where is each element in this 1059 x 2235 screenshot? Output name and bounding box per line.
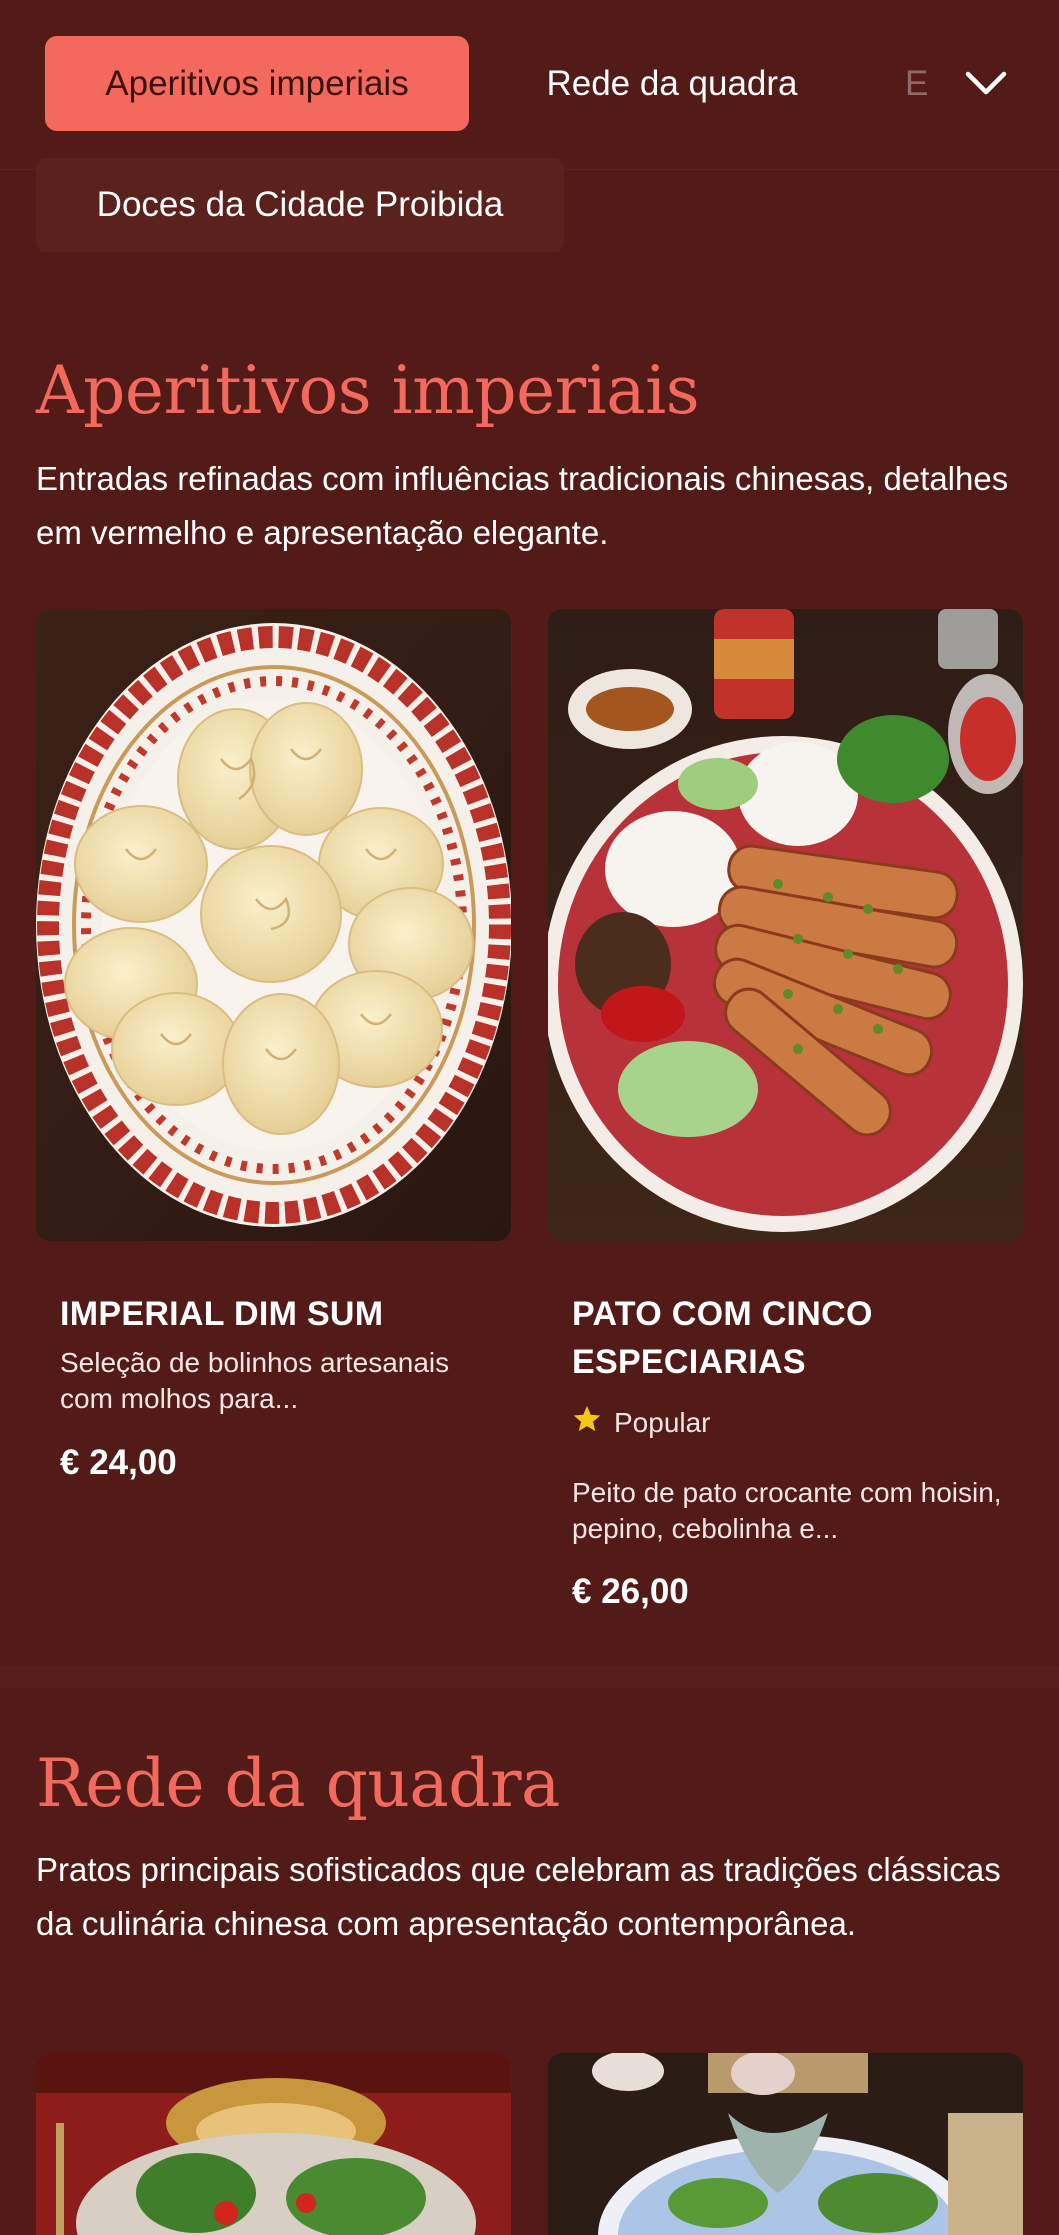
dish-image-pato[interactable]	[548, 609, 1023, 1241]
tab-doces-da-cidade-proibida[interactable]: Doces da Cidade Proibida	[36, 158, 564, 252]
tab-rede-da-quadra[interactable]: Rede da quadra	[512, 36, 832, 131]
dish-image-dim-sum[interactable]	[36, 609, 511, 1241]
dish-description: Seleção de bolinhos artesanais com molho…	[60, 1347, 450, 1414]
section-title: Rede da quadra	[36, 1745, 560, 1822]
dish-name: PATO COM CINCO ESPECIARIAS	[572, 1295, 873, 1381]
section-description: Entradas refinadas com influências tradi…	[36, 460, 1009, 551]
dish-price: € 26,00	[572, 1572, 689, 1611]
dish-name: IMPERIAL DIM SUM	[60, 1295, 384, 1333]
section-title: Aperitivos imperiais	[36, 352, 700, 429]
section-description: Pratos principais sofisticados que celeb…	[36, 1851, 1001, 1942]
dish-price: € 24,00	[60, 1443, 177, 1482]
star-icon	[572, 1404, 602, 1441]
category-nav: Aperitivos imperiais Rede da quadra E	[0, 0, 1059, 170]
tab-aperitivos-imperiais[interactable]: Aperitivos imperiais	[45, 36, 469, 131]
section-divider	[0, 1666, 1059, 1688]
popular-badge: Popular	[572, 1404, 711, 1441]
dish-image-partial-2[interactable]	[548, 2053, 1023, 2235]
chevron-down-icon[interactable]	[956, 58, 1016, 108]
dish-description: Peito de pato crocante com hoisin, pepin…	[572, 1477, 1002, 1544]
dish-image-partial-1[interactable]	[36, 2053, 511, 2235]
badge-label: Popular	[614, 1406, 711, 1438]
